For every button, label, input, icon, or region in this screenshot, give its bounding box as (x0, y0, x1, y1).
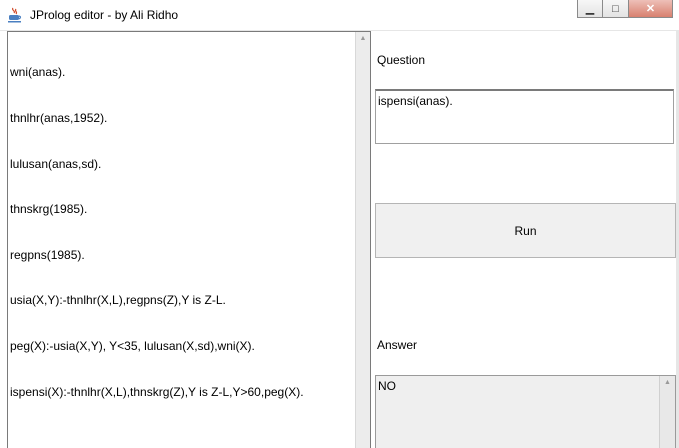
answer-scrollbar[interactable]: ▲ (659, 376, 675, 448)
program-line: wni(anas). (10, 65, 66, 80)
scroll-up-arrow-icon[interactable]: ▲ (660, 376, 675, 390)
program-editor[interactable]: wni(anas). thnlhr(anas,1952). lulusan(an… (7, 31, 371, 448)
question-label: Question (377, 53, 426, 67)
question-input[interactable]: ispensi(anas). (375, 89, 674, 144)
program-line: regpns(1985). (10, 247, 85, 262)
window-title: JProlog editor - by Ali Ridho (30, 8, 179, 22)
program-line: ispensi(X):-thnlhr(X,L),thnskrg(Z),Y is … (10, 384, 304, 399)
answer-output: NO ▲ (375, 375, 676, 448)
program-line: lulusan(anas,sd). (10, 156, 102, 171)
window-controls: ▁ □ ✕ (577, 0, 673, 20)
program-text[interactable]: wni(anas). thnlhr(anas,1952). lulusan(an… (10, 35, 354, 430)
answer-value: NO (378, 379, 396, 393)
editor-scrollbar[interactable]: ▲ (355, 32, 370, 448)
scroll-up-arrow-icon[interactable]: ▲ (356, 32, 370, 46)
java-cup-icon (8, 7, 22, 23)
minimize-button[interactable]: ▁ (577, 0, 603, 18)
maximize-button[interactable]: □ (603, 0, 629, 18)
close-button[interactable]: ✕ (629, 0, 673, 18)
program-line: thnskrg(1985). (10, 202, 88, 217)
program-line: peg(X):-usia(X,Y), Y<35, lulusan(X,sd),w… (10, 339, 255, 354)
program-line: usia(X,Y):-thnlhr(X,L),regpns(Z),Y is Z-… (10, 293, 226, 308)
answer-label: Answer (377, 338, 418, 352)
run-button[interactable]: Run (375, 203, 676, 258)
program-line: thnlhr(anas,1952). (10, 111, 108, 126)
title-bar: JProlog editor - by Ali Ridho ▁ □ ✕ (0, 0, 679, 31)
question-value: ispensi(anas). (378, 94, 453, 108)
